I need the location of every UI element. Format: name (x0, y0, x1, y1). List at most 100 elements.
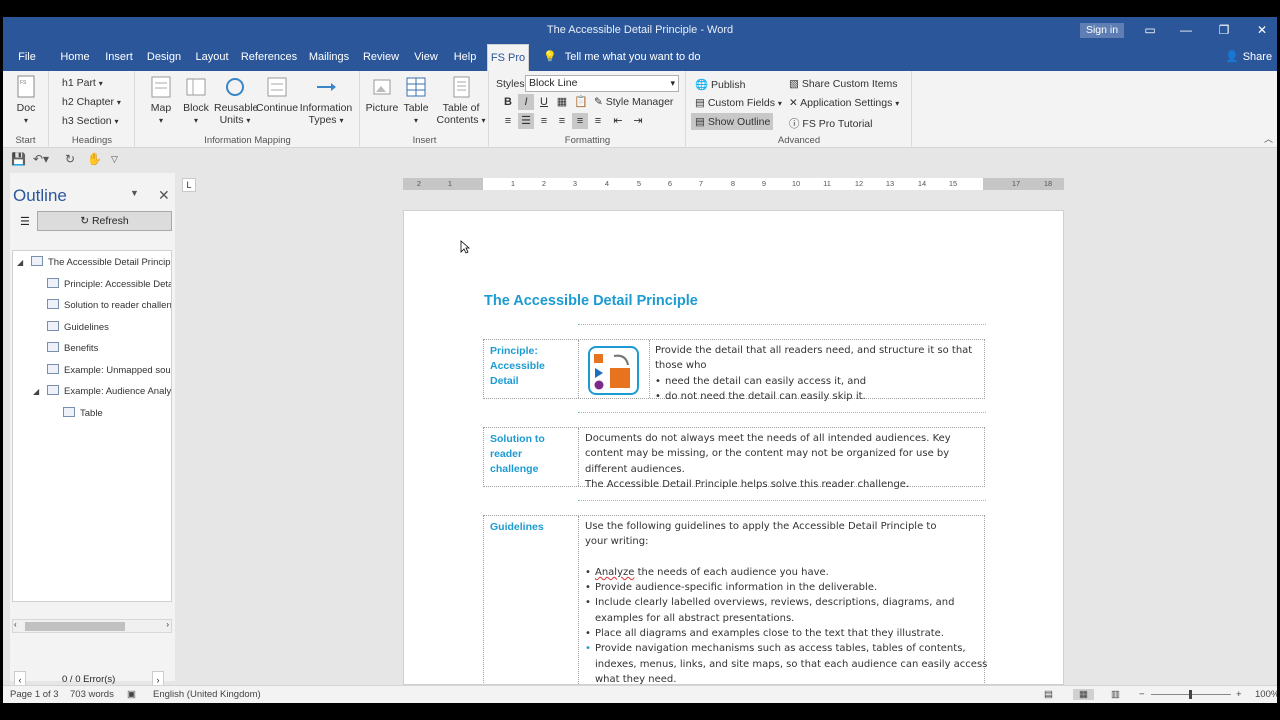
undo-icon[interactable]: ↶▾ (33, 152, 49, 166)
tab-layout[interactable]: Layout (192, 44, 232, 71)
collapse-all-icon[interactable]: ☰ (20, 215, 30, 228)
tab-view[interactable]: View (409, 44, 443, 71)
minimize-icon[interactable]: — (1171, 21, 1201, 39)
table-of-contents-button[interactable]: Table of Contents ▾ (435, 75, 487, 127)
scroll-thumb[interactable] (25, 622, 125, 631)
sign-in-button[interactable]: Sign in (1080, 23, 1124, 38)
outline-scrollbar[interactable]: ‹ › (12, 619, 172, 633)
language-indicator[interactable]: English (United Kingdom) (153, 689, 261, 700)
page-count[interactable]: Page 1 of 3 (10, 689, 59, 700)
h2-label: h2 Chapter (62, 96, 114, 108)
share-custom-items-button[interactable]: ▧ Share Custom Items (789, 78, 898, 90)
share-button[interactable]: 👤 Share (1225, 44, 1272, 71)
bullet-item: Place all diagrams and examples close to… (585, 626, 987, 642)
zoom-slider-thumb[interactable] (1189, 690, 1192, 699)
block-solution[interactable]: Solution to reader challenge Documents d… (483, 427, 985, 490)
tab-references[interactable]: References (240, 44, 298, 71)
spelling-flagged-word[interactable]: Analyze (595, 567, 634, 578)
scroll-left-icon[interactable]: ‹ (14, 620, 17, 629)
expand-icon[interactable]: ◢ (33, 384, 39, 400)
close-pane-icon[interactable]: ✕ (158, 187, 170, 204)
tab-help[interactable]: Help (449, 44, 481, 71)
ribbon-display-icon[interactable]: ▭ (1135, 21, 1165, 39)
block-button[interactable]: Block ▾ (180, 75, 212, 127)
close-icon[interactable]: ✕ (1247, 21, 1277, 39)
map-button[interactable]: Map ▾ (146, 75, 176, 127)
align-center-icon[interactable]: ≡ (554, 113, 570, 129)
web-layout-icon[interactable]: ▥ (1111, 689, 1120, 700)
tree-node[interactable]: Principle: Accessible Detail (47, 277, 171, 293)
tell-me-box[interactable]: 💡 Tell me what you want to do (543, 44, 700, 71)
doc-button[interactable]: FS Doc ▾ (9, 75, 43, 127)
tree-node-label: Table (80, 408, 103, 419)
tree-node[interactable]: ◢ The Accessible Detail Principle (17, 255, 171, 271)
pane-options-icon[interactable]: ▼ (130, 188, 139, 198)
application-settings-button[interactable]: ✕ Application Settings ▾ (789, 97, 899, 109)
reusable-units-icon (226, 78, 244, 96)
zoom-out-icon[interactable]: − (1139, 689, 1145, 700)
tab-design[interactable]: Design (144, 44, 184, 71)
tab-selector[interactable]: L (182, 178, 196, 192)
h1-part-button[interactable]: h1 Part ▾ (62, 77, 103, 89)
tab-file[interactable]: File (11, 44, 43, 71)
justify-icon[interactable]: ≡ (590, 113, 606, 129)
expand-icon[interactable]: ◢ (17, 255, 23, 271)
block-principle[interactable]: Principle: Accessible Detail Provide the… (483, 339, 985, 404)
custom-fields-button[interactable]: ▤ Custom Fields ▾ (695, 97, 782, 109)
tree-node[interactable]: ◢ Example: Audience Analysis (33, 384, 171, 400)
tab-home[interactable]: Home (55, 44, 95, 71)
tree-node[interactable]: Benefits (47, 341, 98, 357)
touch-mode-icon[interactable]: ✋ (87, 152, 102, 166)
decrease-indent-icon[interactable]: ⇤ (610, 113, 626, 129)
continue-button[interactable]: Continue (256, 75, 298, 114)
tree-node[interactable]: Example: Unmapped source (47, 363, 171, 379)
underline-button[interactable]: U (536, 94, 552, 110)
block-content: Use the following guidelines to apply th… (585, 519, 987, 684)
h2-chapter-button[interactable]: h2 Chapter ▾ (62, 96, 121, 108)
table-format-icon[interactable]: ▦ (554, 94, 570, 110)
italic-button[interactable]: I (518, 94, 534, 110)
zoom-in-icon[interactable]: + (1236, 689, 1242, 700)
redo-icon[interactable]: ↻ (65, 152, 75, 166)
tree-node[interactable]: Table (63, 406, 103, 422)
read-mode-icon[interactable]: ▤ (1044, 689, 1053, 700)
paste-icon[interactable]: 📋 (573, 94, 589, 110)
zoom-level[interactable]: 100% (1255, 689, 1277, 700)
bullet-list-icon[interactable]: ☰ (518, 113, 534, 129)
tab-insert[interactable]: Insert (101, 44, 137, 71)
word-count[interactable]: 703 words (70, 689, 114, 700)
print-layout-icon[interactable]: ▦ (1073, 689, 1094, 700)
tree-node[interactable]: Guidelines (47, 320, 109, 336)
style-manager-button[interactable]: ✎ Style Manager (594, 96, 673, 108)
restore-icon[interactable]: ❐ (1209, 21, 1239, 39)
h3-section-button[interactable]: h3 Section ▾ (62, 115, 119, 127)
show-outline-button[interactable]: ▤ Show Outline (695, 116, 770, 128)
table-button[interactable]: Table ▾ (401, 75, 431, 127)
bold-button[interactable]: B (500, 94, 516, 110)
numbered-list-icon[interactable]: ≡ (500, 113, 516, 129)
document-page[interactable]: The Accessible Detail Principle Principl… (403, 210, 1064, 685)
information-types-button[interactable]: Information Types ▾ (298, 75, 354, 127)
tab-mailings[interactable]: Mailings (305, 44, 353, 71)
text-line: Documents do not always meet the needs o… (585, 433, 951, 444)
fs-pro-tutorial-button[interactable]: ⓘ FS Pro Tutorial (789, 116, 872, 131)
picture-button[interactable]: Picture (365, 75, 399, 114)
tab-review[interactable]: Review (361, 44, 401, 71)
increase-indent-icon[interactable]: ⇥ (630, 113, 646, 129)
reusable-units-button[interactable]: Reusable Units ▾ (214, 75, 258, 127)
publish-button[interactable]: 🌐 Publish (695, 78, 745, 91)
align-right-icon[interactable]: ≡ (572, 113, 588, 129)
scroll-right-icon[interactable]: › (166, 620, 169, 629)
styles-dropdown[interactable]: Block Line ▾ (525, 75, 679, 92)
block-guidelines[interactable]: Guidelines Use the following guidelines … (483, 515, 987, 684)
tab-fs-pro[interactable]: FS Pro (487, 44, 529, 71)
collapse-ribbon-icon[interactable]: ︿ (1264, 132, 1273, 145)
block-node-icon (47, 342, 59, 352)
tree-node[interactable]: Solution to reader challenge (47, 298, 171, 314)
align-left-icon[interactable]: ≡ (536, 113, 552, 129)
proofing-icon[interactable]: ▣ (127, 689, 136, 700)
customize-qat-icon[interactable]: ▽ (111, 154, 118, 165)
refresh-button[interactable]: ↻ Refresh (37, 211, 172, 231)
horizontal-ruler[interactable]: 2 1 1 2 3 4 5 6 7 8 9 10 11 12 13 14 15 17 18 (403, 178, 1064, 190)
save-icon[interactable]: 💾 (11, 152, 26, 166)
